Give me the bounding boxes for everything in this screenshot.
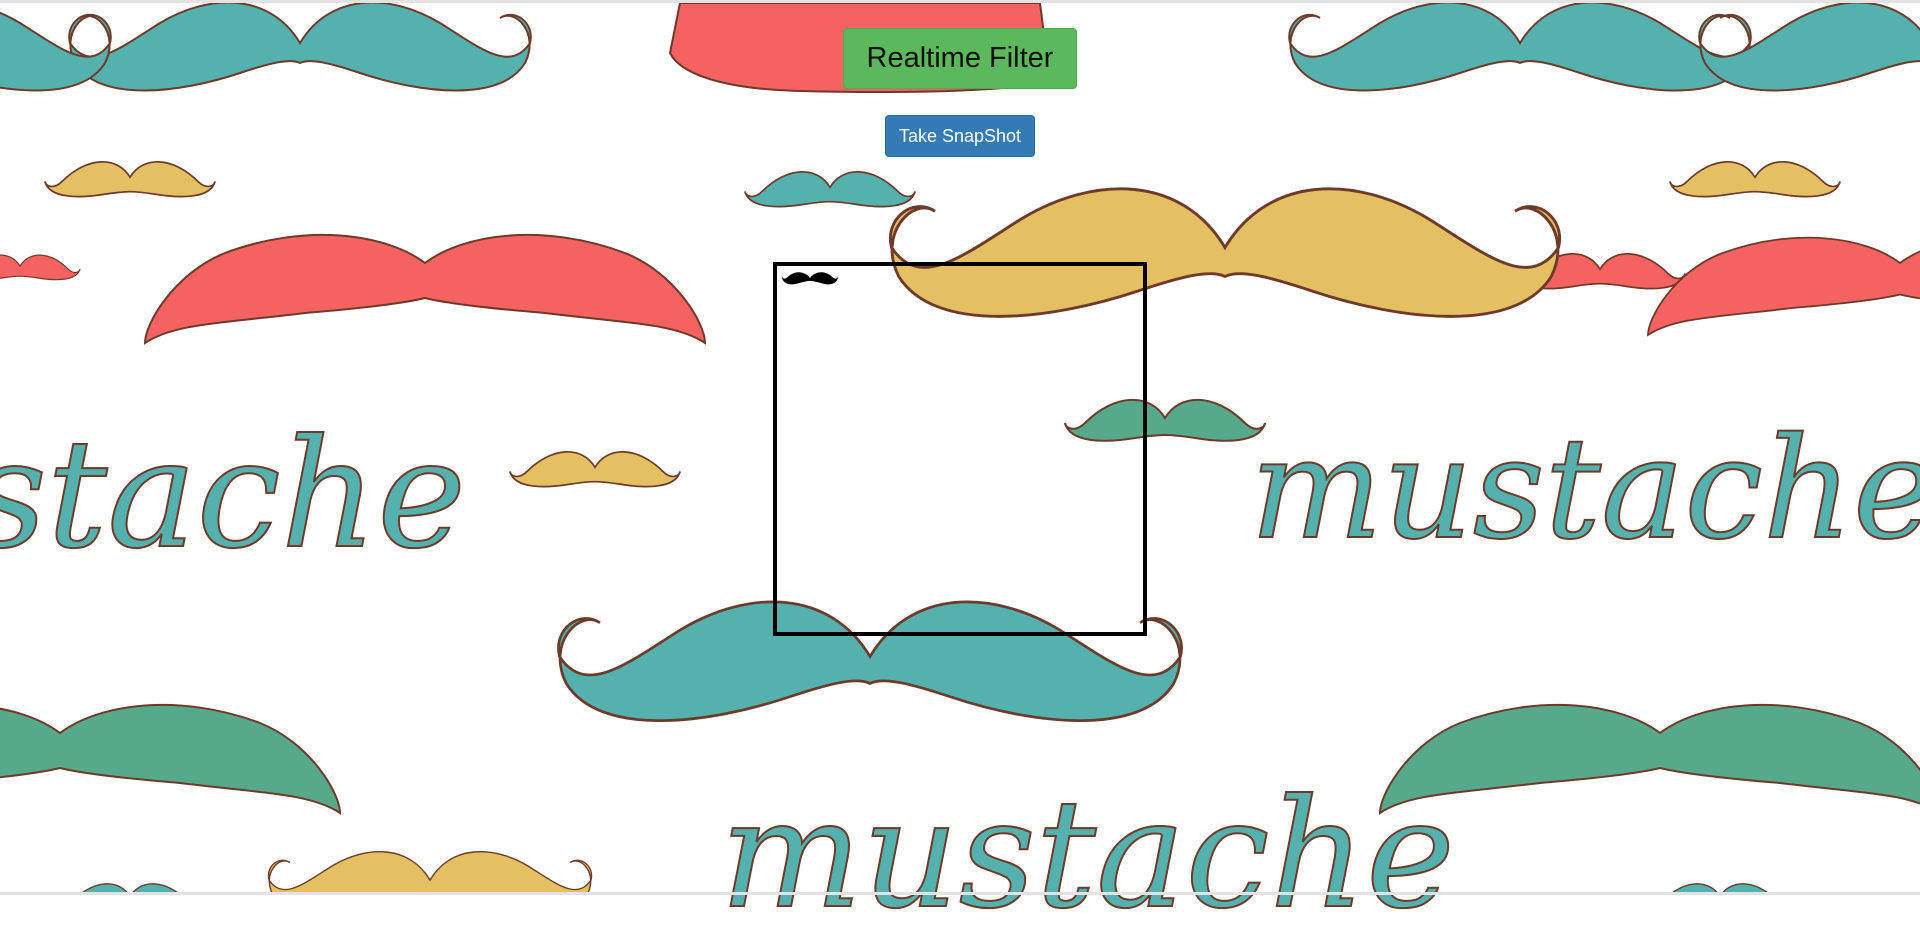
pattern-word-bottom: mustache xyxy=(719,768,1456,942)
realtime-filter-button[interactable]: Realtime Filter xyxy=(843,28,1077,89)
mustache-icon xyxy=(781,272,839,285)
take-snapshot-button[interactable]: Take SnapShot xyxy=(885,115,1035,157)
pattern-word-left: stache xyxy=(0,408,467,582)
camera-preview-frame xyxy=(773,262,1147,636)
pattern-word-right: mustache xyxy=(1249,408,1920,571)
